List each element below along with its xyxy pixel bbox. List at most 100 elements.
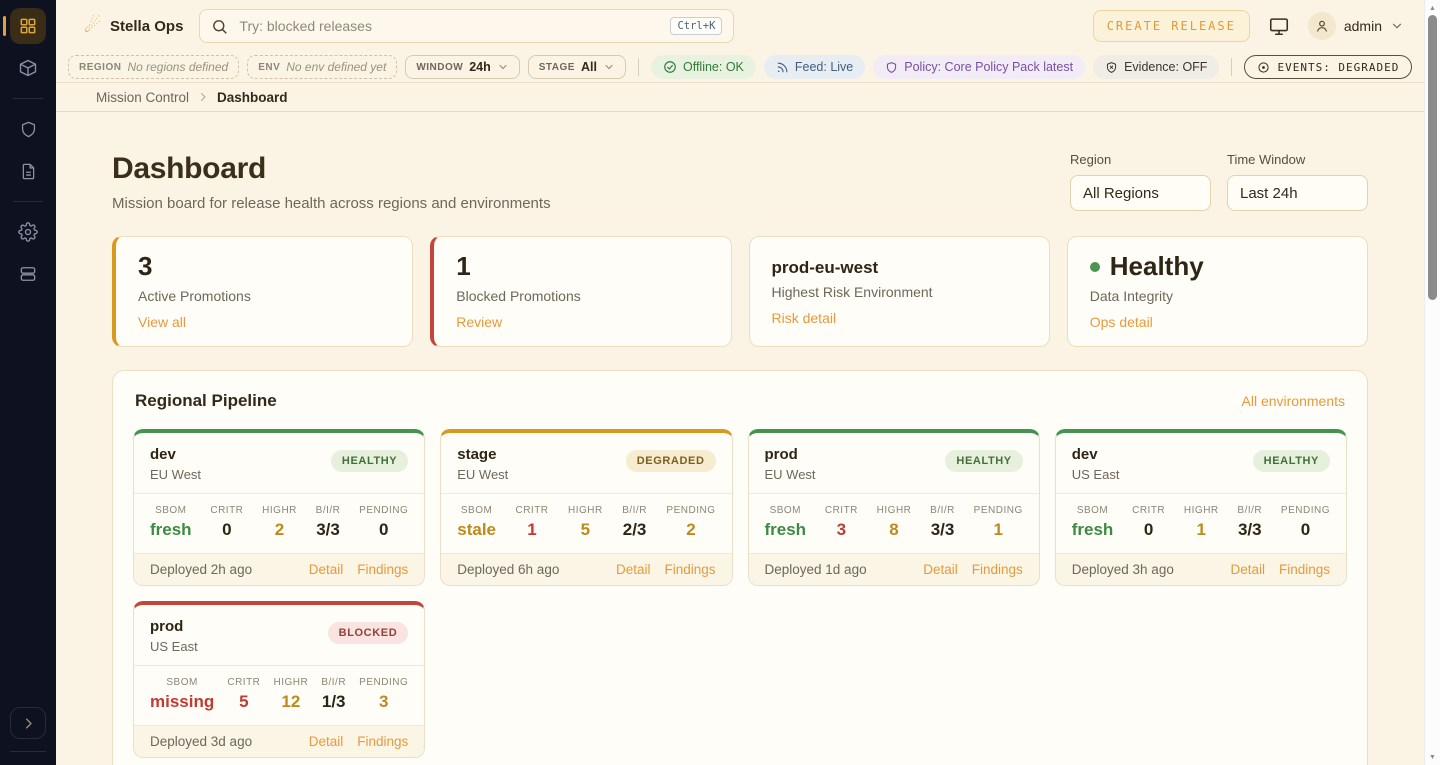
search-icon — [211, 18, 228, 35]
detail-link[interactable]: Detail — [1230, 562, 1265, 577]
sidebar-item-documents[interactable] — [10, 153, 46, 189]
breadcrumb-parent[interactable]: Mission Control — [96, 90, 189, 105]
package-icon — [18, 58, 38, 78]
deployed-time: Deployed 3h ago — [1072, 562, 1174, 577]
sidebar-item-settings[interactable] — [10, 214, 46, 250]
offline-status-text: Offline: OK — [683, 60, 744, 74]
brand-name: Stella Ops — [110, 18, 183, 35]
view-all-link[interactable]: View all — [138, 314, 186, 330]
risk-detail-link[interactable]: Risk detail — [772, 310, 837, 326]
main-area: ☄ Stella Ops Ctrl+K CREATE RELEASE — [56, 0, 1424, 765]
document-icon — [19, 162, 38, 181]
policy-status-chip[interactable]: Policy: Core Policy Pack latest — [873, 55, 1085, 79]
detail-link[interactable]: Detail — [923, 562, 958, 577]
avatar — [1308, 12, 1336, 40]
blocked-promotions-value: 1 — [456, 252, 708, 282]
search-input[interactable] — [237, 17, 661, 35]
time-window-select[interactable]: Last 24h — [1227, 175, 1368, 211]
stat-label: PENDING — [359, 677, 408, 688]
stat-value: 0 — [210, 520, 243, 540]
sidebar — [0, 0, 56, 765]
page-title: Dashboard — [112, 152, 551, 186]
active-promotions-card: 3 Active Promotions View all — [112, 236, 413, 347]
user-icon — [1314, 18, 1330, 34]
detail-link[interactable]: Detail — [309, 562, 344, 577]
stat-label: B/I/R — [321, 677, 346, 688]
scrollbar-up-arrow[interactable]: ▲ — [1425, 1, 1440, 15]
summary-cards: 3 Active Promotions View all 1 Blocked P… — [112, 236, 1368, 347]
ops-detail-link[interactable]: Ops detail — [1090, 314, 1153, 330]
stat-value: 3 — [359, 692, 408, 712]
chevron-right-icon — [197, 91, 209, 103]
evidence-status-chip[interactable]: Evidence: OFF — [1093, 55, 1219, 79]
stat-label: CRITR — [1132, 505, 1165, 516]
findings-link[interactable]: Findings — [972, 562, 1023, 577]
sidebar-expand-button[interactable] — [10, 707, 46, 739]
feed-status-text: Feed: Live — [795, 60, 853, 74]
brand[interactable]: ☄ Stella Ops — [84, 15, 183, 38]
stat-label: B/I/R — [930, 505, 955, 516]
stat-value: 1/3 — [321, 692, 346, 712]
stat-label: SBOM — [765, 505, 807, 516]
findings-link[interactable]: Findings — [664, 562, 715, 577]
stat-value: stale — [457, 520, 496, 540]
findings-link[interactable]: Findings — [1279, 562, 1330, 577]
detail-link[interactable]: Detail — [309, 734, 344, 749]
stat-value: 0 — [1132, 520, 1165, 540]
sidebar-item-infrastructure[interactable] — [10, 256, 46, 292]
sidebar-item-dashboard[interactable] — [10, 8, 46, 44]
user-menu[interactable]: admin — [1308, 12, 1404, 40]
all-environments-link[interactable]: All environments — [1242, 393, 1346, 409]
pipeline-card-stage-eu-west: stage EU West DEGRADED SBOMstale CRITR1 … — [440, 429, 732, 586]
sidebar-item-releases[interactable] — [10, 50, 46, 86]
detail-link[interactable]: Detail — [616, 562, 651, 577]
create-release-button[interactable]: CREATE RELEASE — [1093, 10, 1250, 42]
pipeline-card-dev-us-east: dev US East HEALTHY SBOMfresh CRITR0 HIG… — [1055, 429, 1347, 586]
check-circle-icon — [663, 60, 677, 74]
stat-value: 3/3 — [316, 520, 341, 540]
environment-name: prod — [150, 618, 198, 635]
active-promotions-value: 3 — [138, 252, 390, 282]
environment-region: EU West — [457, 467, 508, 482]
environment-region: US East — [1072, 467, 1120, 482]
stage-filter-pill[interactable]: STAGE All — [528, 55, 626, 79]
blocked-promotions-card: 1 Blocked Promotions Review — [430, 236, 731, 347]
data-integrity-label: Data Integrity — [1090, 288, 1345, 304]
pipeline-card-prod-eu-west: prod EU West HEALTHY SBOMfresh CRITR3 HI… — [748, 429, 1040, 586]
rss-feed-icon — [776, 61, 789, 74]
scrollbar-thumb[interactable] — [1428, 15, 1437, 300]
review-link[interactable]: Review — [456, 314, 502, 330]
window-pill-value: 24h — [469, 60, 491, 74]
stat-label: SBOM — [150, 505, 192, 516]
findings-link[interactable]: Findings — [357, 562, 408, 577]
pipeline-title: Regional Pipeline — [135, 391, 277, 411]
findings-link[interactable]: Findings — [357, 734, 408, 749]
region-select-label: Region — [1070, 152, 1211, 167]
region-select[interactable]: All Regions — [1070, 175, 1211, 211]
environment-name: prod — [765, 446, 816, 463]
stat-value: 3/3 — [930, 520, 955, 540]
events-status-badge[interactable]: EVENTS: DEGRADED — [1244, 55, 1412, 79]
stat-label: CRITR — [515, 505, 548, 516]
shield-icon — [885, 61, 898, 74]
stat-label: SBOM — [1072, 505, 1114, 516]
region-filter-pill[interactable]: REGION No regions defined — [68, 55, 239, 79]
monitor-icon — [1268, 15, 1290, 37]
gear-icon — [18, 222, 38, 242]
regional-pipeline-panel: Regional Pipeline All environments dev E… — [112, 370, 1368, 765]
window-filter-pill[interactable]: WINDOW 24h — [405, 55, 519, 79]
env-pill-value: No env defined yet — [286, 60, 386, 74]
data-integrity-card: Healthy Data Integrity Ops detail — [1067, 236, 1368, 347]
deployed-time: Deployed 6h ago — [457, 562, 559, 577]
stat-value: fresh — [1072, 520, 1114, 540]
stat-value: 5 — [568, 520, 603, 540]
breadcrumb-current: Dashboard — [217, 90, 288, 105]
feed-status-chip[interactable]: Feed: Live — [764, 55, 865, 79]
scrollbar-down-arrow[interactable]: ▼ — [1425, 750, 1440, 764]
env-filter-pill[interactable]: ENV No env defined yet — [247, 55, 397, 79]
sidebar-item-policies[interactable] — [10, 111, 46, 147]
time-window-select-label: Time Window — [1227, 152, 1368, 167]
display-mode-button[interactable] — [1268, 15, 1290, 37]
stat-label: HIGHR — [877, 505, 912, 516]
offline-status-chip[interactable]: Offline: OK — [651, 55, 756, 79]
